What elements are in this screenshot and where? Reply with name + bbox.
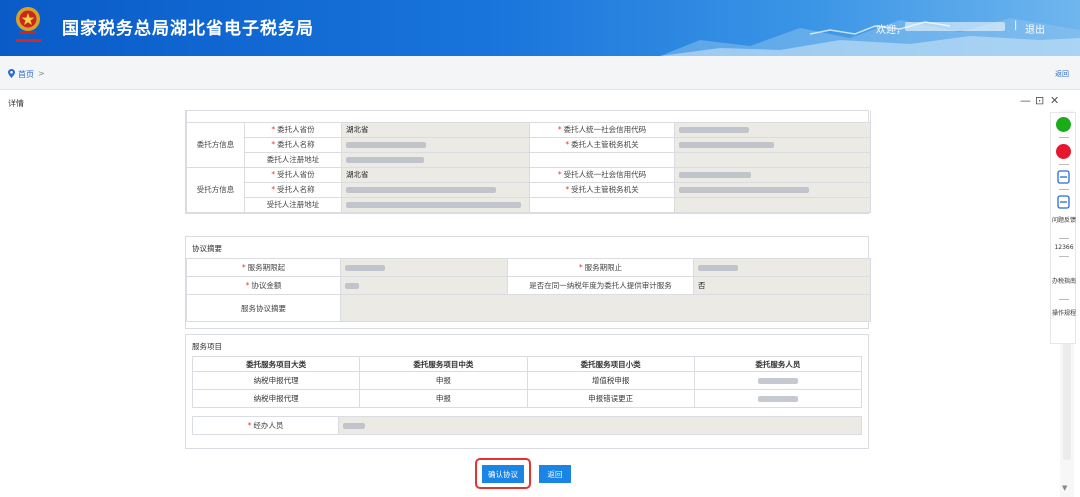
agent-tax-authority-value [673,181,872,198]
agent-address-value [341,196,530,213]
services-header-staff: 委托服务人员 [693,356,863,372]
service-end-value [693,258,871,277]
agent-province-value: 湖北省 [341,166,530,183]
service-staff-value [693,371,863,390]
services-table: 委托服务项目大类 委托服务项目中类 委托服务项目小类 委托服务人员 纳税申报代理… [191,356,863,408]
audit-service-label: 是否在同一纳税年度为委托人提供审计服务 [507,276,694,295]
party-info-table: 委托方信息 * 委托人省份 湖北省 * 委托人统一社会信用代码 * 委托人名称 * 委托… [185,111,872,213]
back-button[interactable]: 返回 [539,465,571,483]
restore-icon[interactable]: ⊡ [1035,95,1044,107]
services-section-title: 服务项目 [192,342,222,351]
app-download-icon[interactable] [1057,170,1070,184]
site-title: 国家税务总局湖北省电子税务局 [62,19,314,39]
hotline-link[interactable]: 12366 [1051,244,1077,252]
service-staff-value [693,389,863,408]
handler-label: 经办人员 [253,421,284,430]
highlight-box [475,458,531,489]
service-items-panel: 服务项目 委托服务项目大类 委托服务项目中类 委托服务项目小类 委托服务人员 纳… [185,334,869,449]
tax-guide-link[interactable]: 办税指南 [1051,278,1077,286]
service-start-value [340,258,508,277]
service-end-label: 服务期限止 [584,263,623,272]
minimize-icon[interactable]: — [1020,95,1031,107]
summary-table: * 服务期限起 * 服务期限止 * 协议金额 是否在同一纳税年度为委托人提供审计服务 … [186,258,871,322]
top-back-link[interactable]: 返回 [1055,69,1069,79]
agent-group-label: 受托方信息 [186,166,245,213]
principal-name-value [341,136,530,153]
right-float-toolbar: 问题反馈 12366 办税指南 操作规程 [1050,112,1076,344]
principal-address-label: 委托人注册地址 [244,151,342,168]
principal-name-label: 委托人名称 [277,140,315,149]
principal-tax-authority-value [673,136,872,153]
breadcrumb-home-link[interactable]: 首页 [18,69,34,80]
services-header-row: 委托服务项目大类 委托服务项目中类 委托服务项目小类 委托服务人员 [191,356,863,372]
emblem-ribbon [16,39,42,42]
feedback-link[interactable]: 问题反馈 [1051,217,1077,225]
principal-tax-authority-label: 委托人主管税务机关 [571,140,639,149]
breadcrumb-arrow: > [38,69,45,78]
agent-province-label: 受托人省份 [277,170,315,179]
handler-value [338,416,862,435]
agreement-summary-panel: 协议摘要 * 服务期限起 * 服务期限止 * 协议金额 是否在同一纳税年度为委托人提供… [185,236,871,329]
agreement-amount-value [340,276,508,295]
principal-credit-code-value [673,121,872,138]
app-header: 国家税务总局湖北省电子税务局 欢迎， | 退出 [0,0,1080,56]
principal-province-label: 委托人省份 [277,125,315,134]
agent-credit-code-label: 受托人统一社会信用代码 [563,170,647,179]
services-header-category: 委托服务项目大类 [191,356,361,372]
agent-tax-authority-label: 受托人主管税务机关 [571,185,639,194]
audit-service-value: 否 [693,276,871,295]
breadcrumb: 首页 > 返回 [0,56,1080,90]
services-header-item: 委托服务项目小类 [526,356,695,372]
location-pin-icon [8,69,15,78]
agent-credit-code-value [673,166,872,183]
agent-address-label: 受托人注册地址 [244,196,342,213]
great-wall-banner [660,18,1080,56]
user-name-masked [905,22,1005,31]
tutorial-link[interactable]: 操作规程 [1051,310,1077,318]
services-header-subcategory: 委托服务项目中类 [359,356,528,372]
header-separator: | [1014,20,1018,31]
table-row: 纳税申报代理 申报 增值税申报 [191,371,863,390]
handler-table: * 经办人员 [192,416,862,435]
table-row: 纳税申报代理 申报 申报错误更正 [191,389,863,408]
agreement-amount-label: 协议金额 [251,281,282,290]
close-icon[interactable]: ✕ [1050,95,1059,107]
wechat-icon[interactable] [1056,117,1071,132]
scroll-down-arrow-icon[interactable]: ▼ [1062,484,1067,492]
agent-name-value [341,181,530,198]
logout-link[interactable]: 退出 [1025,21,1045,36]
agreement-desc-value [340,294,871,322]
principal-address-value [341,151,530,168]
party-info-panel: 委托方信息 * 委托人省份 湖北省 * 委托人统一社会信用代码 * 委托人名称 * 委托… [185,110,872,214]
service-start-label: 服务期限起 [247,263,286,272]
principal-credit-code-label: 委托人统一社会信用代码 [563,125,647,134]
principal-group-label: 委托方信息 [186,121,245,168]
principal-province-value: 湖北省 [341,121,530,138]
window-title: 详情 [8,99,24,108]
tax-emblem-icon [16,7,40,34]
summary-section-title: 协议摘要 [192,244,222,253]
agreement-desc-label: 服务协议摘要 [186,294,341,322]
weibo-icon[interactable] [1056,144,1071,159]
welcome-text: 欢迎， [876,25,906,36]
mobile-app-icon[interactable] [1057,195,1070,209]
agent-name-label: 受托人名称 [277,185,315,194]
